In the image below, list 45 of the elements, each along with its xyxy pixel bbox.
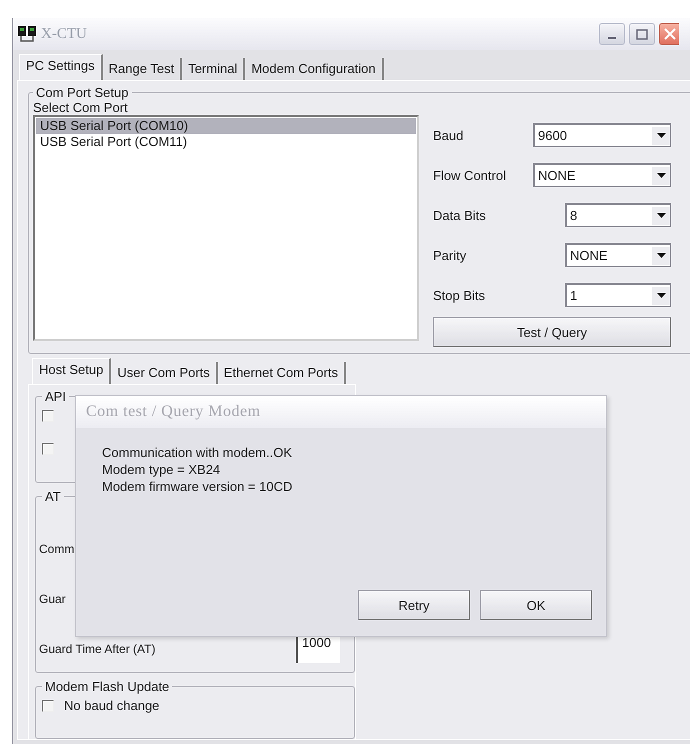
field-label: Guar — [39, 592, 66, 606]
port-item[interactable]: USB Serial Port (COM11) — [36, 134, 416, 150]
group-title: API — [44, 389, 67, 404]
close-icon — [664, 28, 676, 40]
checkbox-label: No baud change — [64, 698, 160, 714]
checkbox[interactable] — [42, 410, 54, 422]
setting-label: Parity — [433, 248, 468, 262]
dropdown[interactable]: 9600 — [533, 123, 671, 147]
dropdown[interactable]: NONE — [533, 163, 671, 187]
dialog-button[interactable]: Retry — [358, 590, 470, 620]
tab[interactable]: Ethernet Com Ports — [218, 362, 346, 384]
group-title: Modem Flash Update — [44, 679, 170, 694]
minimize-icon — [608, 37, 616, 39]
message-text: Communication with modem..OK — [102, 444, 294, 461]
app-icon — [17, 25, 37, 43]
tab[interactable]: PC Settings — [19, 54, 103, 80]
field-label: Comm — [39, 542, 74, 556]
port-item[interactable]: USB Serial Port (COM10) — [36, 118, 416, 134]
tab[interactable]: Host Setup — [32, 358, 112, 384]
minimize-button[interactable] — [599, 23, 625, 45]
maximize-button[interactable] — [629, 23, 655, 45]
setting-label: Baud — [433, 128, 464, 142]
port-list[interactable]: USB Serial Port (COM10) USB Serial Port (COM11) — [33, 115, 419, 341]
dialog-button[interactable]: OK — [480, 590, 592, 620]
tab[interactable]: User Com Ports — [111, 362, 218, 384]
setting-label: Stop Bits — [433, 288, 486, 302]
dropdown[interactable]: 1 — [565, 283, 671, 307]
maximize-icon — [636, 28, 648, 40]
dialog-title: Com test / Query Modem — [76, 396, 606, 428]
group-title: Com Port Setup — [35, 85, 130, 100]
checkbox[interactable] — [42, 700, 54, 712]
test-query-button[interactable]: Test / Query — [433, 317, 671, 347]
dropdown[interactable]: NONE — [565, 243, 671, 267]
dropdown[interactable]: 8 — [565, 203, 671, 227]
close-button[interactable] — [659, 23, 679, 45]
message-text: Modem type = XB24 — [102, 461, 222, 478]
message-text: Modem firmware version = 10CD — [102, 478, 294, 495]
group-title: AT — [44, 489, 62, 504]
input-field[interactable]: 1000 — [296, 635, 340, 664]
setting-label: Data Bits — [433, 208, 487, 222]
checkbox[interactable] — [42, 443, 54, 455]
field-label: Guard Time After (AT) — [39, 642, 156, 656]
field-label: Select Com Port — [33, 100, 129, 115]
setting-label: Flow Control — [433, 168, 507, 182]
window-title: X-CTU — [41, 26, 87, 42]
